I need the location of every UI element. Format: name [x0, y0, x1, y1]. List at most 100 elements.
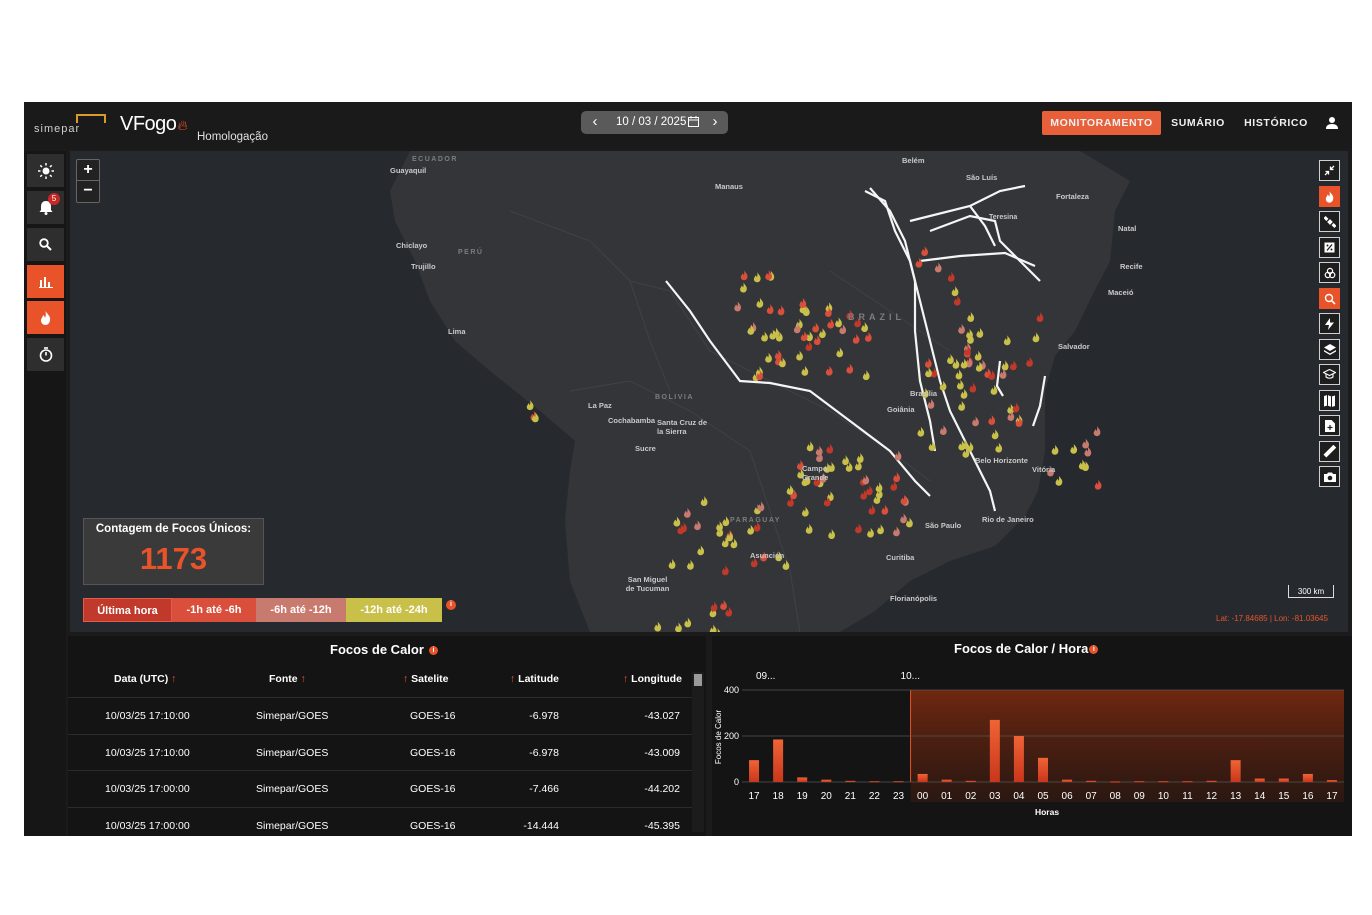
camera-tool[interactable]: [1319, 466, 1340, 487]
sidebar-charts-button[interactable]: [27, 265, 64, 298]
bar[interactable]: [989, 719, 1000, 782]
bar[interactable]: [869, 781, 880, 783]
bar[interactable]: [749, 760, 760, 782]
sidebar-search-button[interactable]: [27, 228, 64, 261]
bar[interactable]: [1254, 778, 1265, 782]
column-header-longitude[interactable]: ↑ Longitude: [623, 673, 682, 685]
timer-icon: [39, 347, 52, 362]
table-row[interactable]: 10/03/25 17:10:00 Simepar/GOES GOES-16 -…: [68, 697, 692, 734]
date-value[interactable]: 10 / 03 / 2025: [616, 116, 686, 128]
map-book-tool[interactable]: [1319, 390, 1340, 411]
legend-12h-24h[interactable]: -12h até -24h: [346, 598, 442, 622]
search-map-tool[interactable]: [1319, 288, 1340, 309]
fire-map[interactable]: + − ECUADOR PERÚ BOLIVIA BRAZIL PARAGUAY…: [70, 151, 1348, 632]
date-picker[interactable]: ‹ 10 / 03 / 2025 ›: [581, 111, 728, 134]
fire-layer-tool[interactable]: [1319, 186, 1340, 207]
x-tick-label: 09: [1134, 791, 1146, 802]
school-tool[interactable]: [1319, 364, 1340, 385]
place-label: Maceió: [1108, 288, 1134, 297]
satellite-tool[interactable]: [1319, 211, 1340, 232]
zoom-out-button[interactable]: −: [77, 181, 99, 201]
scroll-thumb[interactable]: [694, 674, 702, 686]
sidebar-fire-button[interactable]: [27, 301, 64, 334]
layers-tool[interactable]: [1319, 339, 1340, 360]
fire-point[interactable]: [1055, 475, 1063, 486]
fire-point[interactable]: [1094, 479, 1102, 490]
school-icon: [1323, 369, 1336, 379]
file-icon: [1324, 419, 1335, 432]
bar[interactable]: [1110, 781, 1121, 783]
bar[interactable]: [1134, 781, 1145, 783]
zoom-in-button[interactable]: +: [77, 160, 99, 181]
user-icon[interactable]: [1325, 116, 1339, 130]
file-tool[interactable]: [1319, 415, 1340, 436]
fire-point[interactable]: [1051, 444, 1059, 455]
calendar-icon[interactable]: [688, 116, 699, 127]
info-icon[interactable]: i: [428, 646, 438, 656]
bar[interactable]: [797, 777, 808, 782]
next-date-button[interactable]: ›: [705, 113, 725, 130]
hourly-bar-chart[interactable]: 0 200 400 17 18 19 20 21 22 23 00 01 02 03 04 05 06 07 08 0…: [712, 636, 1352, 836]
fire-point[interactable]: [1082, 438, 1090, 449]
prev-date-button[interactable]: ‹: [585, 113, 605, 130]
collapse-tool[interactable]: [1319, 160, 1340, 181]
bar[interactable]: [1158, 781, 1169, 783]
bar[interactable]: [1013, 736, 1024, 782]
nav-historico[interactable]: HISTÓRICO: [1240, 111, 1312, 135]
lightning-tool[interactable]: [1319, 313, 1340, 334]
bar[interactable]: [1086, 780, 1097, 782]
x-tick-label: 19: [797, 791, 809, 802]
biohazard-tool[interactable]: [1319, 262, 1340, 283]
bar[interactable]: [1278, 778, 1289, 782]
place-label: Guayaquil: [390, 166, 427, 175]
percent-tool[interactable]: [1319, 237, 1340, 258]
bar[interactable]: [1206, 780, 1217, 782]
table-scrollbar[interactable]: [692, 672, 704, 832]
legend-last-hour[interactable]: Última hora: [83, 598, 172, 622]
bar[interactable]: [965, 780, 976, 782]
bar[interactable]: [1302, 773, 1313, 782]
cell-latitude: -7.466: [529, 783, 559, 795]
bar[interactable]: [773, 739, 784, 782]
bar[interactable]: [1182, 781, 1193, 783]
bar[interactable]: [893, 781, 904, 783]
column-header-satellite[interactable]: ↑ Satelite: [403, 673, 449, 685]
bar[interactable]: [821, 779, 832, 782]
bar[interactable]: [917, 773, 928, 782]
x-tick-label: 01: [941, 791, 953, 802]
column-header-date[interactable]: Data (UTC) ↑: [114, 673, 176, 685]
sidebar-alerts-button[interactable]: 5: [27, 191, 64, 224]
table-row[interactable]: 10/03/25 17:10:00 Simepar/GOES GOES-16 -…: [68, 734, 692, 771]
ruler-tool[interactable]: [1319, 441, 1340, 462]
percent-icon: [1324, 242, 1335, 253]
place-label: Teresina: [989, 214, 1018, 221]
sidebar-timer-button[interactable]: [27, 338, 64, 371]
sidebar-theme-button[interactable]: [27, 154, 64, 187]
bar[interactable]: [1230, 760, 1241, 782]
country-label: BOLIVIA: [655, 394, 694, 401]
info-icon[interactable]: i: [1089, 645, 1099, 655]
bar[interactable]: [1038, 757, 1048, 782]
fire-point[interactable]: [1078, 459, 1086, 470]
day-label: 10...: [901, 671, 920, 682]
cell-satellite: GOES-16: [410, 747, 456, 759]
nav-sumario[interactable]: SUMÁRIO: [1167, 111, 1229, 135]
fire-point[interactable]: [1093, 426, 1101, 437]
bar[interactable]: [845, 780, 856, 782]
bar[interactable]: [1062, 779, 1073, 782]
column-header-latitude[interactable]: ↑ Latitude: [510, 673, 559, 685]
bar[interactable]: [1326, 780, 1337, 782]
fire-point[interactable]: [1070, 443, 1078, 454]
table-row[interactable]: 10/03/25 17:00:00 Simepar/GOES GOES-16 -…: [68, 770, 692, 807]
x-tick-label: 17: [748, 791, 760, 802]
place-label: Lima: [448, 327, 466, 336]
cell-latitude: -14.444: [523, 820, 559, 832]
legend-info-icon[interactable]: i: [446, 600, 456, 610]
legend-6h-12h[interactable]: -6h até -12h: [256, 598, 346, 622]
legend-1h-6h[interactable]: -1h até -6h: [172, 598, 256, 622]
bar[interactable]: [941, 779, 952, 782]
nav-monitoramento[interactable]: MONITORAMENTO: [1042, 111, 1161, 135]
column-header-source[interactable]: Fonte ↑: [269, 673, 306, 685]
count-value: 1173: [139, 541, 208, 576]
table-row[interactable]: 10/03/25 17:00:00 Simepar/GOES GOES-16 -…: [68, 807, 692, 836]
